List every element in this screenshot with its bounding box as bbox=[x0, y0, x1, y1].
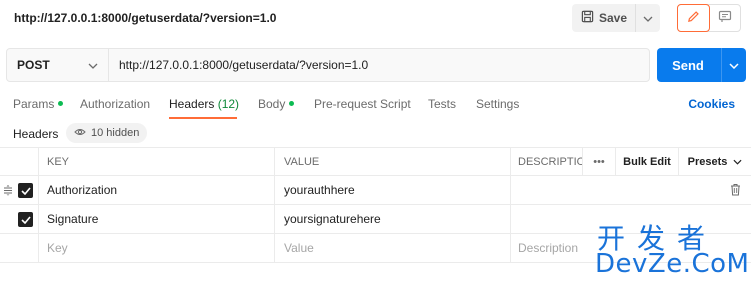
new-value-input[interactable]: Value bbox=[274, 234, 510, 262]
drag-handle-icon[interactable] bbox=[2, 184, 14, 199]
tab-label: Params bbox=[13, 97, 55, 111]
url-bar: POST bbox=[6, 48, 650, 82]
send-options-button[interactable] bbox=[721, 48, 746, 82]
tab-tests[interactable]: Tests bbox=[428, 97, 456, 111]
edit-mode-button[interactable] bbox=[677, 4, 710, 32]
tab-body[interactable]: Body bbox=[258, 97, 295, 111]
hidden-headers-toggle[interactable]: 10 hidden bbox=[66, 123, 148, 143]
url-input[interactable] bbox=[109, 49, 649, 81]
request-tabs: Params Authorization Headers (12) Body P… bbox=[0, 90, 751, 120]
row-enabled-checkbox[interactable] bbox=[18, 183, 33, 198]
new-key-input[interactable]: Key bbox=[38, 234, 274, 262]
tab-label: Body bbox=[258, 97, 286, 111]
chevron-down-icon bbox=[733, 156, 742, 168]
active-tab-indicator bbox=[169, 117, 237, 119]
header-description-cell[interactable] bbox=[510, 176, 751, 204]
tab-count: (12) bbox=[217, 97, 240, 111]
watermark: 开发者 DevZe.CoM bbox=[593, 217, 749, 279]
header-value-cell[interactable]: yourauthhere bbox=[274, 176, 510, 204]
tab-authorization[interactable]: Authorization bbox=[80, 97, 150, 111]
headers-label: Headers bbox=[13, 127, 59, 141]
tab-label: Pre-request Script bbox=[314, 97, 411, 111]
chevron-down-icon bbox=[88, 58, 98, 72]
tab-settings[interactable]: Settings bbox=[476, 97, 519, 111]
send-button[interactable]: Send bbox=[657, 48, 721, 82]
chevron-down-icon bbox=[643, 11, 653, 25]
column-header-description: DESCRIPTIO bbox=[510, 148, 582, 175]
eye-icon bbox=[74, 127, 86, 139]
presets-label: Presets bbox=[687, 155, 728, 168]
status-dot bbox=[289, 101, 295, 106]
tab-params[interactable]: Params bbox=[13, 97, 64, 111]
save-icon bbox=[581, 10, 594, 26]
tab-label: Settings bbox=[476, 97, 520, 111]
bulk-edit-button[interactable]: Bulk Edit bbox=[615, 148, 678, 175]
save-options-button[interactable] bbox=[636, 4, 660, 32]
cookies-link[interactable]: Cookies bbox=[688, 97, 735, 111]
request-header-bar: http://127.0.0.1:8000/getuserdata/?versi… bbox=[0, 0, 751, 38]
request-title[interactable]: http://127.0.0.1:8000/getuserdata/?versi… bbox=[14, 11, 276, 25]
comment-icon bbox=[718, 10, 732, 26]
hidden-count-label: 10 hidden bbox=[91, 127, 140, 139]
send-button-group: Send bbox=[657, 48, 746, 82]
watermark-en-text: DevZe.CoM bbox=[595, 249, 750, 279]
tab-label: Headers bbox=[169, 97, 215, 111]
chevron-down-icon bbox=[729, 58, 739, 72]
tab-label: Tests bbox=[428, 97, 457, 111]
method-select[interactable]: POST bbox=[7, 49, 109, 81]
save-label: Save bbox=[599, 11, 628, 25]
table-header-row: KEY VALUE DESCRIPTIO ••• Bulk Edit Prese… bbox=[0, 147, 751, 176]
save-button-group: Save bbox=[572, 4, 661, 32]
pencil-icon bbox=[687, 10, 700, 26]
method-label: POST bbox=[17, 58, 50, 72]
header-key-cell[interactable]: Authorization bbox=[38, 176, 274, 204]
table-row: Authorization yourauthhere bbox=[0, 176, 751, 205]
tab-label: Authorization bbox=[80, 97, 151, 111]
header-value-cell[interactable]: yoursignaturehere bbox=[274, 205, 510, 233]
header-key-cell[interactable]: Signature bbox=[38, 205, 274, 233]
presets-dropdown[interactable]: Presets bbox=[678, 148, 751, 175]
save-button[interactable]: Save bbox=[572, 4, 637, 32]
tab-pre-request-script[interactable]: Pre-request Script bbox=[314, 97, 411, 111]
more-options-button[interactable]: ••• bbox=[582, 148, 615, 175]
documentation-button[interactable] bbox=[710, 5, 741, 31]
trash-icon[interactable] bbox=[730, 183, 741, 199]
status-dot bbox=[58, 101, 64, 106]
row-enabled-checkbox[interactable] bbox=[18, 212, 33, 227]
headers-toolbar: Headers 10 hidden bbox=[0, 122, 751, 144]
column-header-value: VALUE bbox=[274, 148, 510, 175]
column-header-key: KEY bbox=[38, 148, 274, 175]
view-mode-toggle bbox=[677, 4, 741, 32]
tab-headers[interactable]: Headers (12) bbox=[169, 97, 239, 111]
